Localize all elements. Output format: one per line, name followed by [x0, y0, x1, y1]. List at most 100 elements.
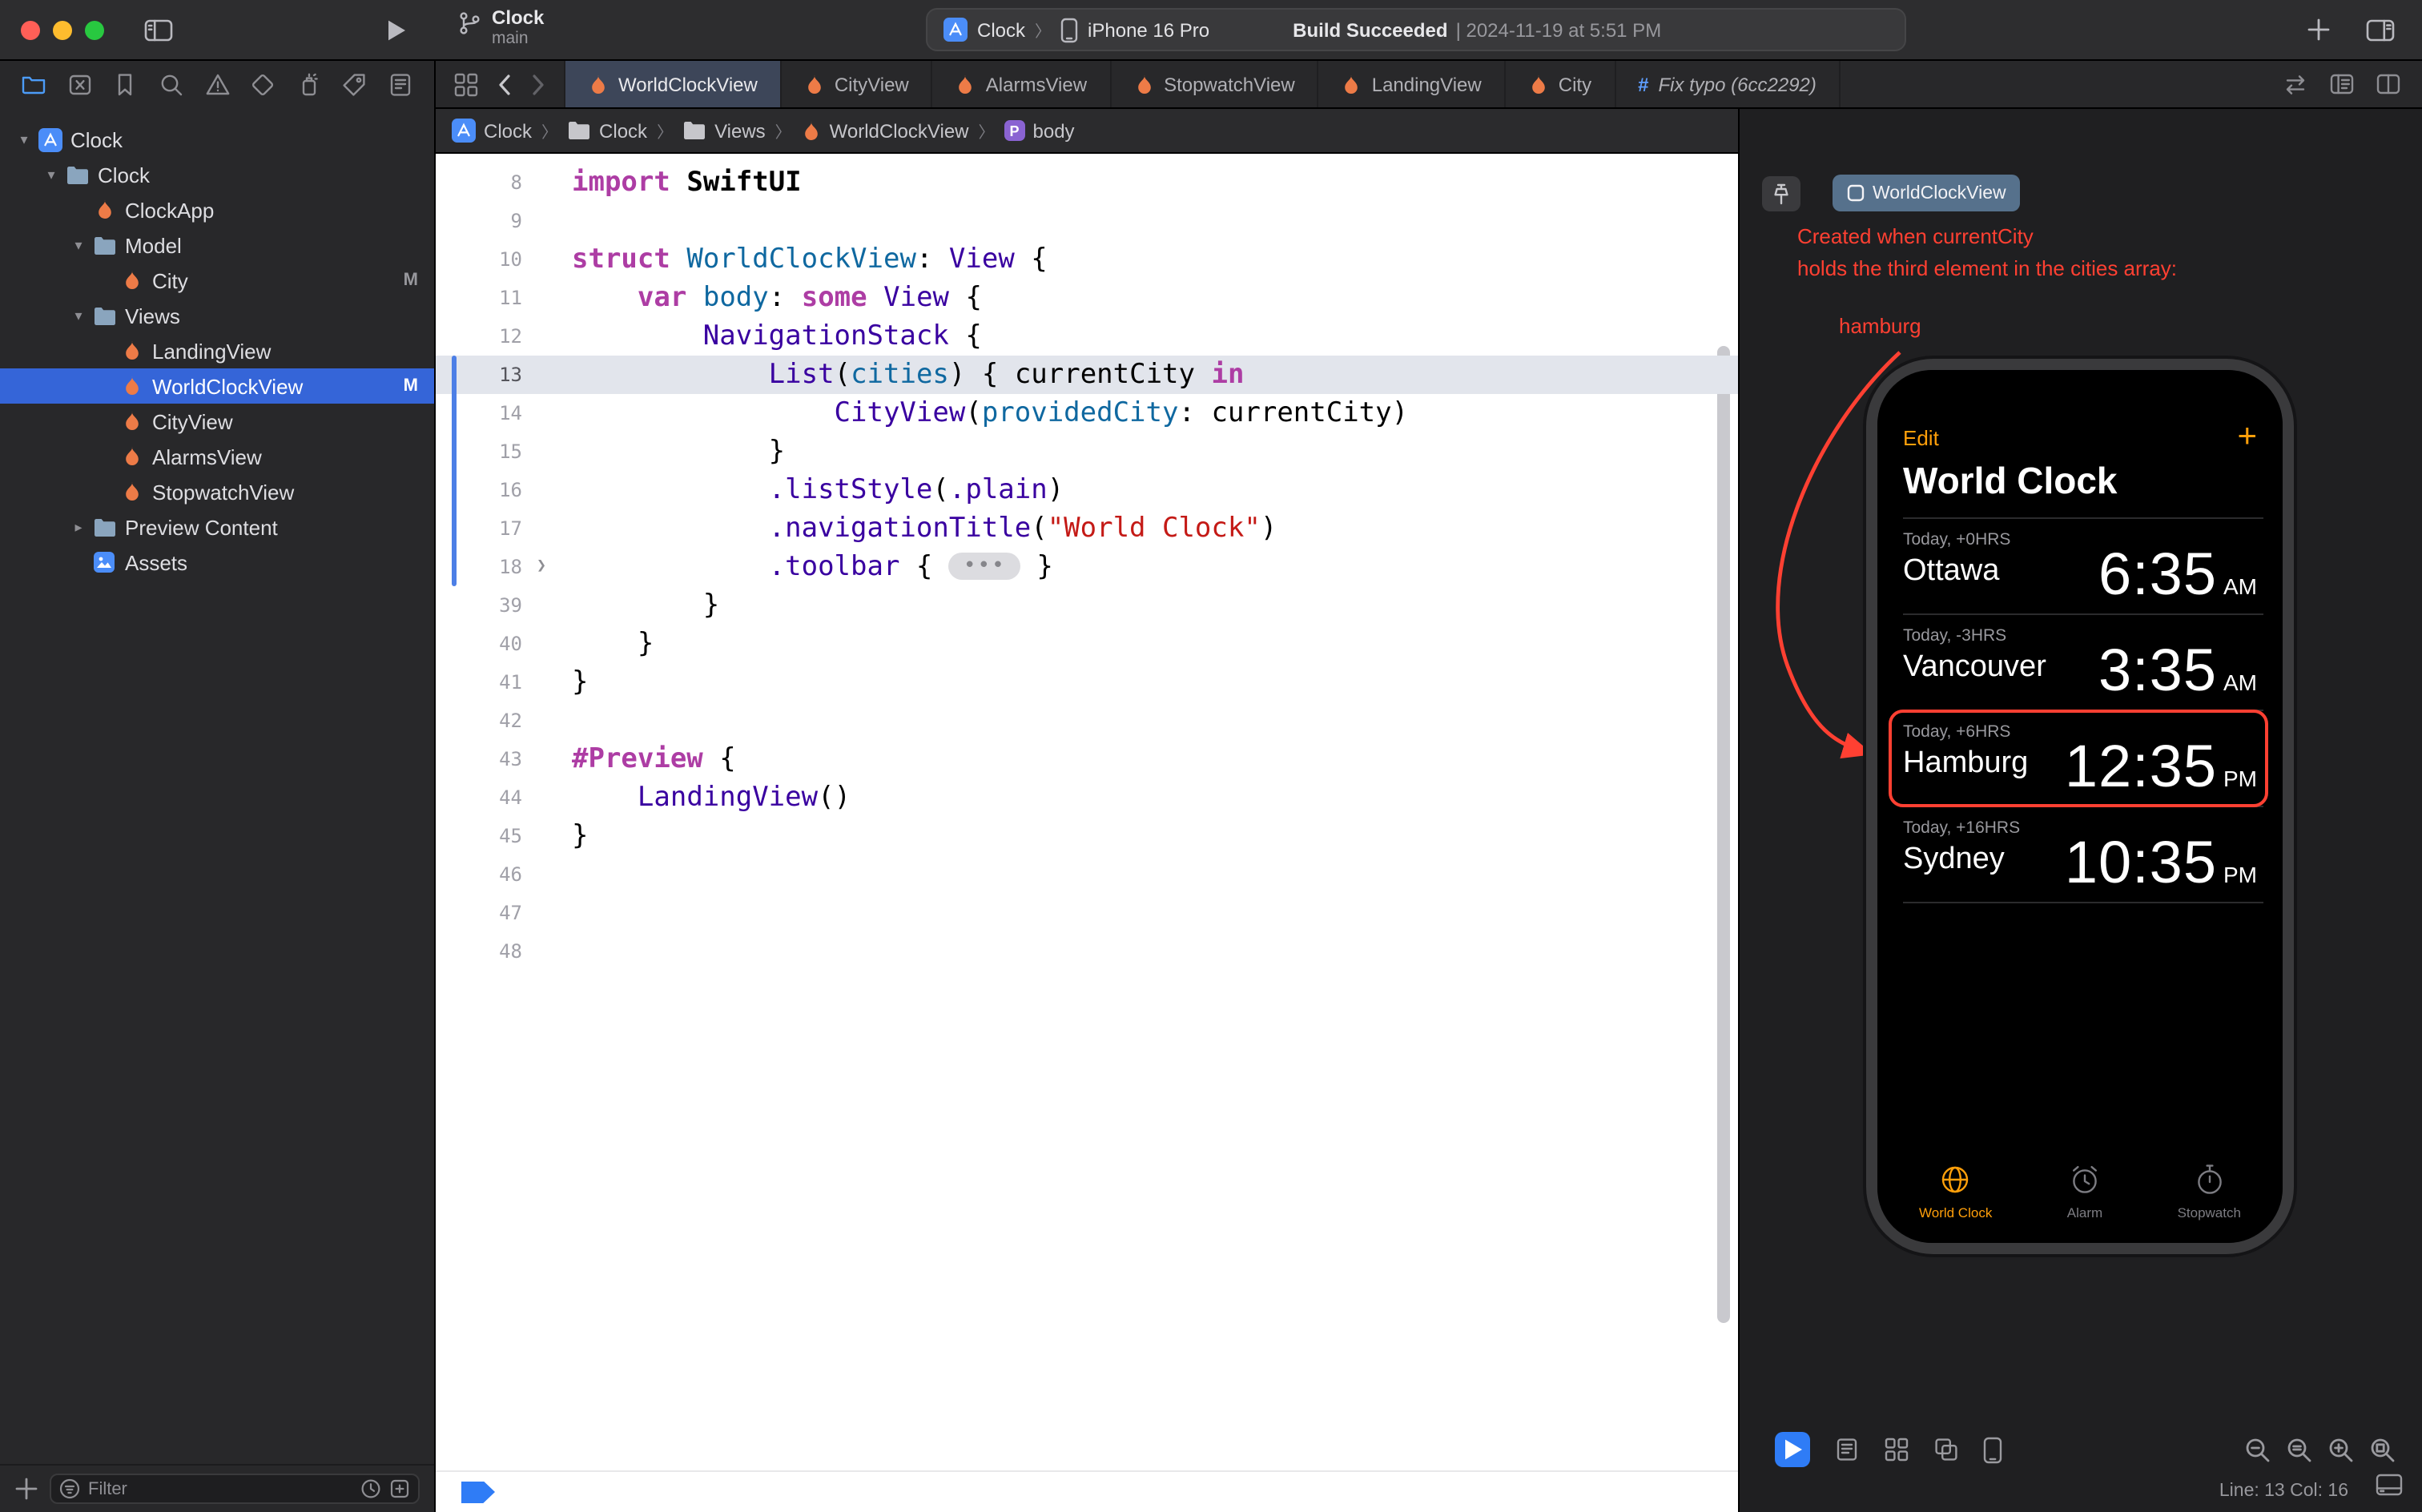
preview-grid-button[interactable] [1884, 1437, 1909, 1462]
navigator-item-assets[interactable]: Assets [0, 545, 434, 580]
zoom-out-button[interactable] [2244, 1437, 2271, 1464]
navigator-item-views[interactable]: ▾Views [0, 298, 434, 333]
disclosure-open-icon[interactable]: ▾ [13, 131, 35, 148]
toggle-navigator-icon[interactable] [144, 18, 173, 51]
code-line-13[interactable]: 13 List(cities) { currentCity in [436, 356, 1738, 394]
navigator-tab-project[interactable] [21, 72, 46, 98]
code-line-8[interactable]: 8import SwiftUI [436, 163, 1738, 202]
world-clock-row-hamburg[interactable]: Today, +6HRSHamburg12:35PM [1903, 711, 2263, 807]
disclosure-open-icon[interactable]: ▾ [67, 236, 90, 254]
code-line-14[interactable]: 14 CityView(providedCity: currentCity) [436, 394, 1738, 432]
editor-options-icon[interactable] [2329, 72, 2355, 96]
code-line-12[interactable]: 12 NavigationStack { [436, 317, 1738, 356]
phone-tab-alarm[interactable]: Alarm [2067, 1163, 2102, 1220]
navigator-item-clock[interactable]: ▾Clock [0, 122, 434, 157]
navigator-tab-breakpoints[interactable] [342, 72, 368, 98]
code-review-icon[interactable] [2283, 73, 2308, 95]
preview-variants-button[interactable] [1834, 1437, 1860, 1462]
breadcrumb-item-clock[interactable]: Clock [452, 119, 532, 143]
breadcrumb-item-body[interactable]: Pbody [1004, 119, 1075, 142]
navigator-item-model[interactable]: ▾Model [0, 227, 434, 263]
source-control-info[interactable]: Clock main [458, 6, 544, 48]
code-line-41[interactable]: 41} [436, 663, 1738, 702]
jump-bar[interactable]: Clock〉Clock〉Views〉WorldClockView〉Pbody [436, 109, 1738, 154]
code-line-47[interactable]: 47 [436, 894, 1738, 932]
code-line-16[interactable]: 16 .listStyle(.plain) [436, 471, 1738, 509]
phone-tab-world-clock[interactable]: World Clock [1919, 1163, 1992, 1220]
code-fold-chevron-icon[interactable]: ❯ [537, 548, 546, 586]
code-area[interactable]: 8import SwiftUI910struct WorldClockView:… [436, 154, 1738, 1470]
navigator-item-worldclockview[interactable]: WorldClockViewM [0, 368, 434, 404]
navigator-tab-find[interactable] [159, 72, 184, 98]
code-line-15[interactable]: 15 } [436, 432, 1738, 471]
disclosure-open-icon[interactable]: ▾ [40, 166, 62, 183]
add-editor-icon[interactable] [2376, 72, 2401, 96]
tab-stopwatchview[interactable]: StopwatchView [1111, 61, 1319, 107]
filter-field[interactable]: Filter [50, 1474, 420, 1504]
breadcrumb-item-clock[interactable]: Clock [567, 119, 647, 142]
library-add-icon[interactable] [2307, 18, 2331, 43]
add-file-icon[interactable] [14, 1477, 38, 1501]
breadcrumb-item-views[interactable]: Views [682, 119, 766, 142]
tab-landingview[interactable]: LandingView [1319, 61, 1506, 107]
forward-icon[interactable] [530, 73, 546, 95]
disclosure-open-icon[interactable]: ▾ [67, 307, 90, 324]
tab-city[interactable]: City [1506, 61, 1615, 107]
toggle-debug-area-icon[interactable] [2376, 1474, 2403, 1504]
zoom-in-button[interactable] [2327, 1437, 2355, 1464]
code-line-42[interactable]: 42 [436, 702, 1738, 740]
preview-target-chip[interactable]: WorldClockView [1833, 175, 2021, 211]
code-line-48[interactable]: 48 [436, 932, 1738, 971]
tab-fix-typo-6cc2292[interactable]: #Fix typo (6cc2292) [1615, 61, 1841, 107]
code-line-43[interactable]: 43#Preview { [436, 740, 1738, 778]
navigator-tab-source-control[interactable] [66, 72, 92, 98]
recent-files-icon[interactable] [360, 1478, 381, 1499]
back-icon[interactable] [497, 73, 513, 95]
folded-code-pill[interactable]: ••• [949, 553, 1020, 580]
code-line-40[interactable]: 40 } [436, 625, 1738, 663]
code-line-9[interactable]: 9 [436, 202, 1738, 240]
world-clock-row-vancouver[interactable]: Today, -3HRSVancouver3:35AM [1903, 615, 2263, 711]
close-window-button[interactable] [21, 21, 40, 40]
run-button[interactable] [384, 18, 408, 51]
pin-preview-button[interactable] [1762, 176, 1800, 211]
navigator-item-stopwatchview[interactable]: StopwatchView [0, 474, 434, 509]
navigator-tab-issues[interactable] [204, 72, 230, 98]
navigator-item-city[interactable]: CityM [0, 263, 434, 298]
navigator-tab-tests[interactable] [250, 72, 276, 98]
tab-overview-icon[interactable] [453, 71, 479, 97]
code-line-11[interactable]: 11 var body: some View { [436, 279, 1738, 317]
run-destination-selector[interactable]: iPhone 16 Pro [1088, 18, 1209, 41]
code-line-17[interactable]: 17 .navigationTitle("World Clock") [436, 509, 1738, 548]
edit-button[interactable]: Edit [1903, 425, 1939, 449]
code-line-45[interactable]: 45} [436, 817, 1738, 855]
tab-worldclockview[interactable]: WorldClockView [564, 61, 782, 107]
navigator-tab-debug[interactable] [296, 72, 322, 98]
code-line-44[interactable]: 44 LandingView() [436, 778, 1738, 817]
navigator-tab-bookmarks[interactable] [113, 72, 139, 98]
phone-tab-stopwatch[interactable]: Stopwatch [2178, 1163, 2241, 1220]
scm-status-filter-icon[interactable] [389, 1478, 410, 1499]
tab-cityview[interactable]: CityView [782, 61, 933, 107]
code-line-39[interactable]: 39 } [436, 586, 1738, 625]
live-preview-button[interactable] [1775, 1432, 1810, 1467]
navigator-item-preview-content[interactable]: ▸Preview Content [0, 509, 434, 545]
breadcrumb-item-worldclockview[interactable]: WorldClockView [801, 119, 969, 142]
navigator-item-clockapp[interactable]: ClockApp [0, 192, 434, 227]
zoom-actual-button[interactable] [2286, 1437, 2313, 1464]
minimize-window-button[interactable] [53, 21, 72, 40]
code-line-18[interactable]: 18 .toolbar { ••• }❯ [436, 548, 1738, 586]
scheme-selector[interactable]: Clock [977, 18, 1025, 41]
device-settings-button[interactable] [1983, 1436, 2002, 1463]
fullscreen-window-button[interactable] [85, 21, 104, 40]
code-line-46[interactable]: 46 [436, 855, 1738, 894]
world-clock-row-sydney[interactable]: Today, +16HRSSydney10:35PM [1903, 807, 2263, 903]
toggle-inspector-icon[interactable] [2366, 18, 2395, 43]
disclosure-closed-icon[interactable]: ▸ [67, 518, 90, 536]
zoom-fit-button[interactable] [2369, 1437, 2396, 1464]
color-scheme-variants-button[interactable] [1933, 1437, 1959, 1462]
breakpoint-toggle-icon[interactable] [461, 1481, 495, 1503]
tab-alarmsview[interactable]: AlarmsView [933, 61, 1111, 107]
add-city-button[interactable]: + [2237, 424, 2257, 450]
navigator-item-landingview[interactable]: LandingView [0, 333, 434, 368]
